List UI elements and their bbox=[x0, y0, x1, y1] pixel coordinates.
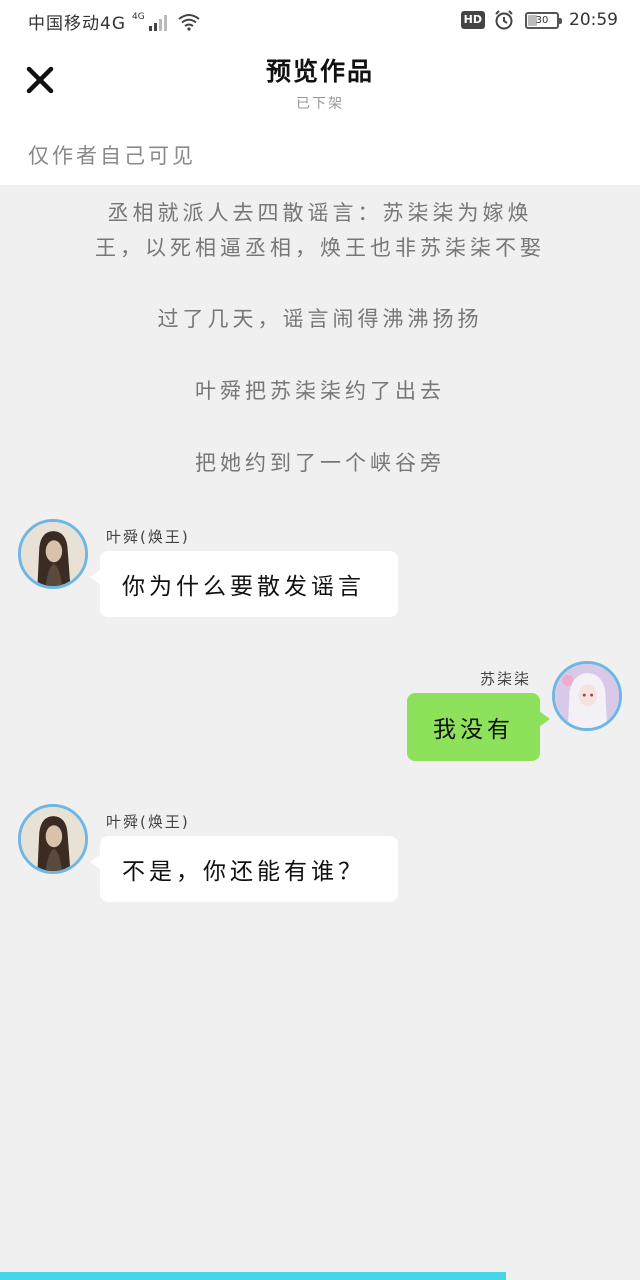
narration-4: 把她约到了一个峡谷旁 bbox=[195, 451, 445, 475]
narration-3: 叶舜把苏柒柒约了出去 bbox=[195, 379, 445, 403]
battery-level: 30 bbox=[535, 14, 549, 26]
speaker-name: 叶舜(焕王) bbox=[106, 813, 190, 831]
speaker-name: 叶舜(焕王) bbox=[106, 528, 190, 546]
signal-icon: 4G bbox=[132, 11, 167, 31]
message-bubble[interactable]: 我没有 bbox=[407, 693, 550, 761]
progress-fill bbox=[0, 1272, 506, 1280]
status-subtitle: 已下架 bbox=[296, 96, 344, 112]
message-bubble[interactable]: 你为什么要散发谣言 bbox=[90, 551, 398, 617]
avatar-man-long-hair-icon bbox=[21, 522, 85, 586]
speaker-name: 苏柒柒 bbox=[480, 670, 532, 688]
hd-badge: HD bbox=[460, 11, 485, 29]
avatar-ye-shun[interactable] bbox=[18, 519, 88, 589]
narration-1-line-2: 王，以死相逼丞相，焕王也非苏柒柒不娶 bbox=[95, 236, 545, 260]
status-bar: 中国移动4G 4G HD 30 20:59 bbox=[0, 0, 640, 44]
network-type-label: 4G bbox=[132, 11, 145, 22]
avatar-su-qiqi[interactable] bbox=[552, 661, 622, 731]
clock: 20:59 bbox=[569, 10, 618, 30]
avatar-man-long-hair-icon bbox=[21, 807, 85, 871]
message-bubble[interactable]: 不是，你还能有谁？ bbox=[90, 836, 398, 902]
battery-icon: 30 bbox=[525, 11, 562, 29]
narration-1: 丞相就派人去四散谣言：苏柒柒为嫁焕 王，以死相逼丞相，焕王也非苏柒柒不娶 bbox=[0, 196, 640, 266]
reading-progress-bar bbox=[0, 1272, 640, 1280]
alarm-icon bbox=[495, 10, 513, 30]
page-title: 预览作品 bbox=[265, 57, 374, 86]
carrier-label: 中国移动4G bbox=[28, 14, 126, 34]
visibility-note: 仅作者自己可见 bbox=[28, 144, 196, 168]
wifi-icon bbox=[178, 13, 200, 31]
narration-2: 过了几天，谣言闹得沸沸扬扬 bbox=[157, 307, 483, 331]
narration-1-line-1: 丞相就派人去四散谣言：苏柒柒为嫁焕 bbox=[107, 201, 533, 225]
avatar-woman-white-hair-icon bbox=[555, 664, 619, 728]
status-left: 中国移动4G 4G bbox=[28, 9, 201, 34]
status-right: HD 30 20:59 bbox=[460, 9, 618, 31]
avatar-ye-shun[interactable] bbox=[18, 804, 88, 874]
